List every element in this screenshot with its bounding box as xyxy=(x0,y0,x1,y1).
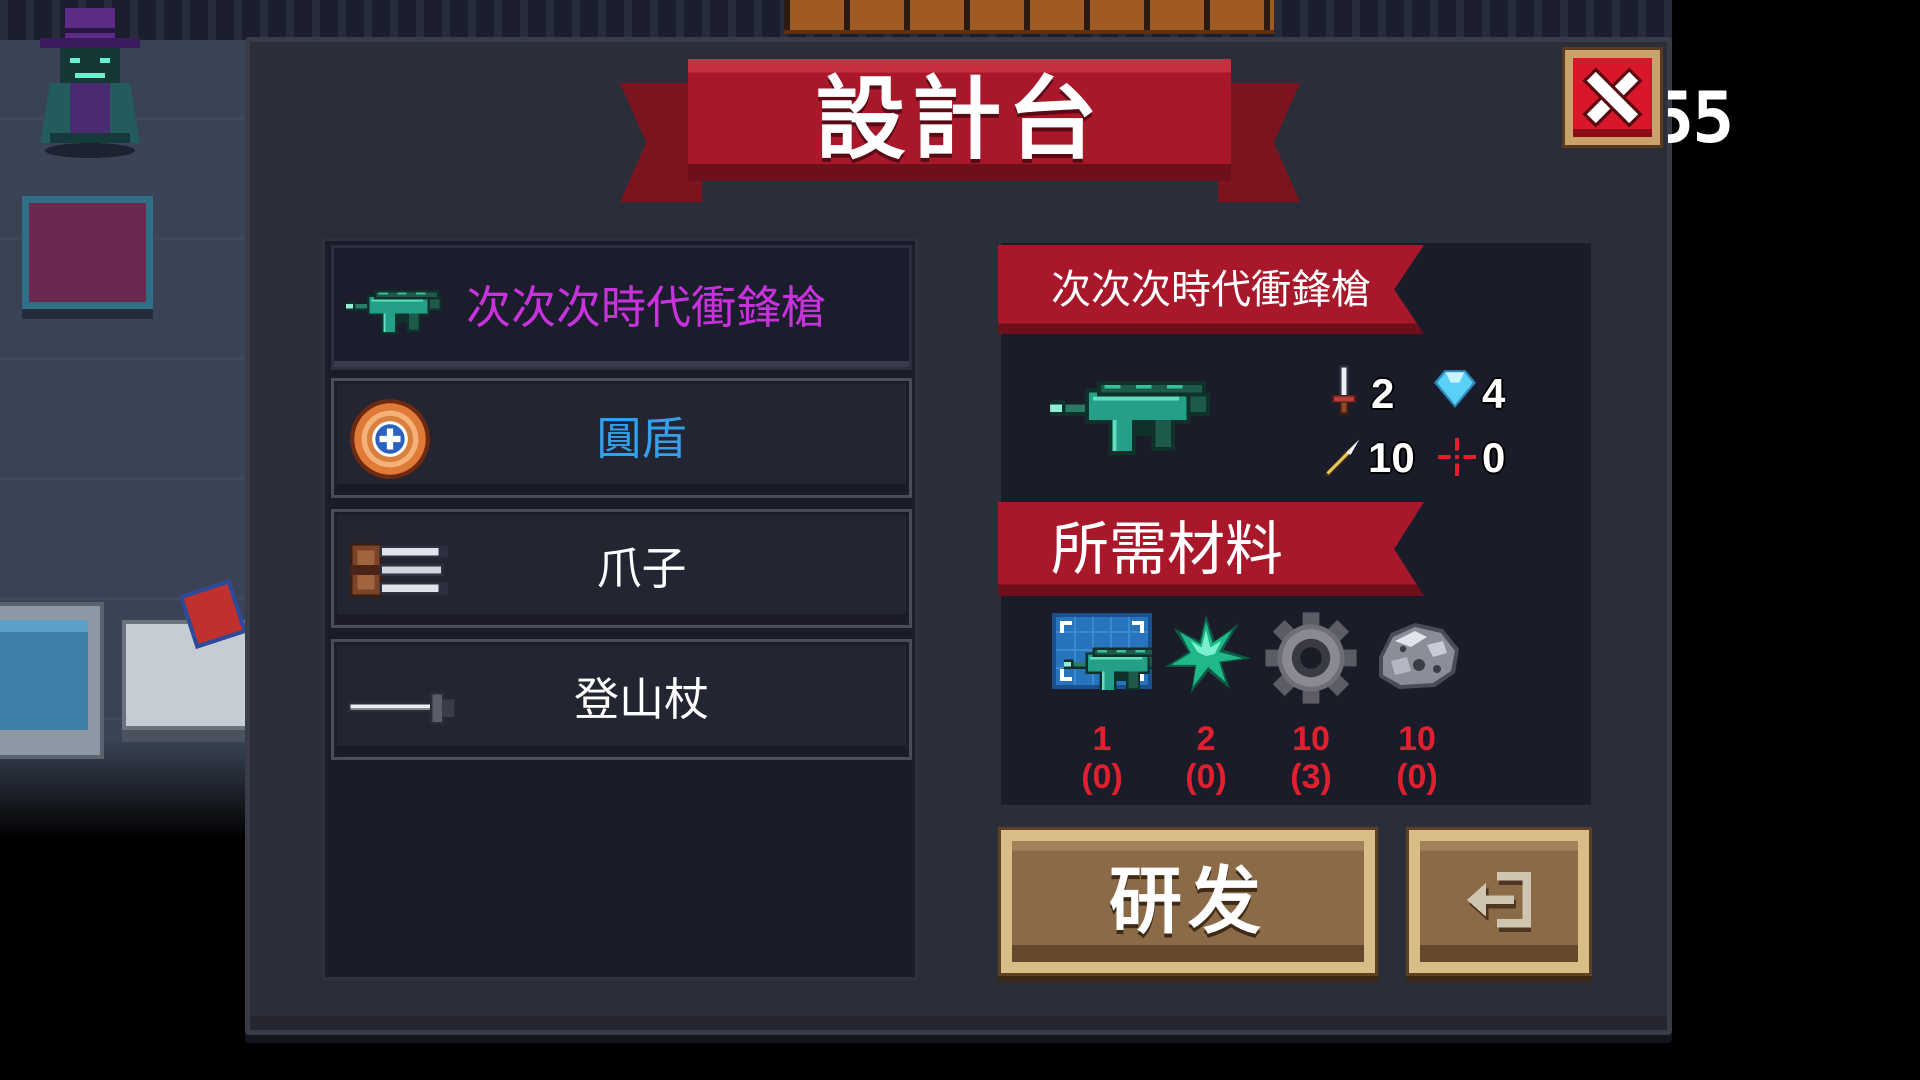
stat-energy-value: 4 xyxy=(1482,370,1506,417)
smg-icon xyxy=(346,286,444,336)
hud-counter-text: 55 xyxy=(1668,80,1734,156)
wizard-character-sprite xyxy=(30,8,150,158)
material-owned-count: (0) xyxy=(1396,758,1438,796)
title-ribbon: 設計台 xyxy=(688,59,1231,181)
stat-crit-value: 10 xyxy=(1368,434,1415,481)
room-rug xyxy=(22,196,153,309)
materials-heading: 所需材料 xyxy=(1051,515,1284,583)
gear-part-icon xyxy=(1261,610,1361,706)
detail-name-banner: 次次次時代衝鋒槍 xyxy=(998,245,1424,334)
round-shield-icon xyxy=(348,397,432,481)
list-item-label: 圓盾 xyxy=(596,411,687,465)
material-slot: 10 (3) xyxy=(1259,610,1363,795)
close-button-face[interactable] xyxy=(1573,58,1652,137)
list-item-smg[interactable]: 次次次時代衝鋒槍 xyxy=(331,245,912,370)
damage-sword-icon xyxy=(1329,364,1359,416)
list-item-round-shield[interactable]: 圓盾 xyxy=(331,378,912,498)
exit-button-face[interactable] xyxy=(1420,841,1578,962)
weapon-rack xyxy=(784,0,1274,34)
material-slot: 1 (0) xyxy=(1050,610,1154,795)
craft-button-face[interactable]: 研发 xyxy=(1012,841,1364,962)
close-button[interactable] xyxy=(1562,47,1663,148)
game-screen: 55 設計台 次次次時代衝鋒槍 圓盾 爪子 登山杖 次次次時代衝鋒槍 2 4 1… xyxy=(0,0,1920,1080)
list-item-claw[interactable]: 爪子 xyxy=(331,509,912,628)
list-item-label: 爪子 xyxy=(596,542,687,595)
list-item-label: 登山杖 xyxy=(573,673,709,726)
close-x-icon xyxy=(1581,66,1644,129)
materials-banner: 所需材料 xyxy=(998,502,1424,596)
detail-weapon-name: 次次次時代衝鋒槍 xyxy=(1051,266,1371,313)
energy-diamond-icon xyxy=(1434,369,1476,409)
list-item-trekking-pole[interactable]: 登山杖 xyxy=(331,639,912,760)
green-crystal-icon xyxy=(1156,610,1256,698)
blueprint-icon xyxy=(1052,612,1152,690)
crit-bullet-icon xyxy=(1322,436,1366,478)
exit-arrow-icon xyxy=(1467,871,1531,932)
material-slot: 2 (0) xyxy=(1154,610,1258,795)
exit-button[interactable] xyxy=(1406,827,1592,976)
dialog-title: 設計台 xyxy=(815,67,1104,172)
material-slot: 10 (0) xyxy=(1365,610,1469,795)
material-required-count: 10 xyxy=(1398,720,1436,758)
monitor-screen xyxy=(0,620,88,730)
smg-icon xyxy=(1048,377,1216,455)
monitor-desk xyxy=(0,602,104,759)
iron-ore-icon xyxy=(1367,616,1467,694)
craft-button[interactable]: 研发 xyxy=(998,827,1378,976)
stat-damage-value: 2 xyxy=(1371,370,1395,417)
list-item-label: 次次次時代衝鋒槍 xyxy=(466,281,827,334)
hud-counter: 55 xyxy=(1668,80,1764,156)
spread-crosshair-icon xyxy=(1438,438,1476,476)
stat-spread-value: 0 xyxy=(1482,434,1506,481)
craft-button-label: 研发 xyxy=(1109,859,1267,944)
